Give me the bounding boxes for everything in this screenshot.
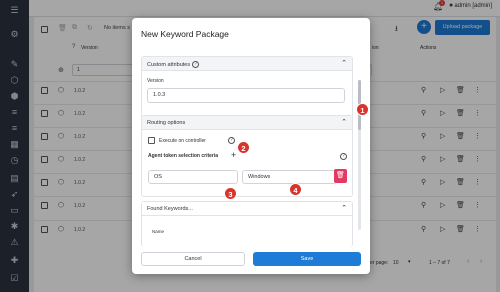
routing-options-section: Routing options ⌃ Execute on controller …: [141, 115, 353, 197]
criteria-value-input[interactable]: Windows: [242, 170, 337, 184]
new-keyword-package-dialog: New Keyword Package Custom attributes? ⌃…: [132, 18, 370, 274]
name-column-header: Name: [152, 229, 165, 234]
save-button[interactable]: Save: [253, 252, 361, 266]
custom-attributes-title: Custom attributes: [147, 61, 191, 68]
cancel-button[interactable]: Cancel: [141, 252, 245, 266]
found-keywords-section: Found Keywords... ⌃ Name: [141, 201, 353, 247]
criteria-label: Agent token selection criteria: [148, 153, 219, 159]
found-keywords-header[interactable]: Found Keywords... ⌃: [142, 202, 352, 216]
found-keywords-title: Found Keywords...: [147, 206, 193, 212]
execute-on-controller-checkbox[interactable]: [148, 137, 155, 144]
routing-options-title: Routing options: [147, 120, 186, 126]
callout-badge: 4: [289, 183, 302, 196]
custom-attributes-header[interactable]: Custom attributes? ⌃: [142, 57, 352, 71]
delete-criteria-button[interactable]: 🗑︎: [334, 169, 347, 183]
criteria-key-input[interactable]: OS: [148, 170, 238, 184]
callout-badge: 1: [356, 103, 369, 116]
add-criteria-icon[interactable]: +: [231, 150, 236, 160]
callout-badge: 2: [237, 141, 250, 154]
version-label: Version: [147, 78, 164, 84]
execute-on-controller-label: Execute on controller: [159, 138, 206, 144]
help-icon[interactable]: ?: [228, 137, 235, 144]
chevron-up-icon[interactable]: ⌃: [341, 204, 347, 212]
help-icon[interactable]: ?: [340, 153, 347, 160]
callout-badge: 3: [224, 187, 237, 200]
chevron-up-icon[interactable]: ⌃: [341, 59, 347, 67]
chevron-up-icon[interactable]: ⌃: [341, 118, 347, 126]
version-input[interactable]: 1.0.3: [147, 88, 345, 103]
routing-options-header[interactable]: Routing options ⌃: [142, 116, 352, 130]
dialog-title: New Keyword Package: [141, 29, 229, 39]
help-icon[interactable]: ?: [192, 61, 200, 68]
